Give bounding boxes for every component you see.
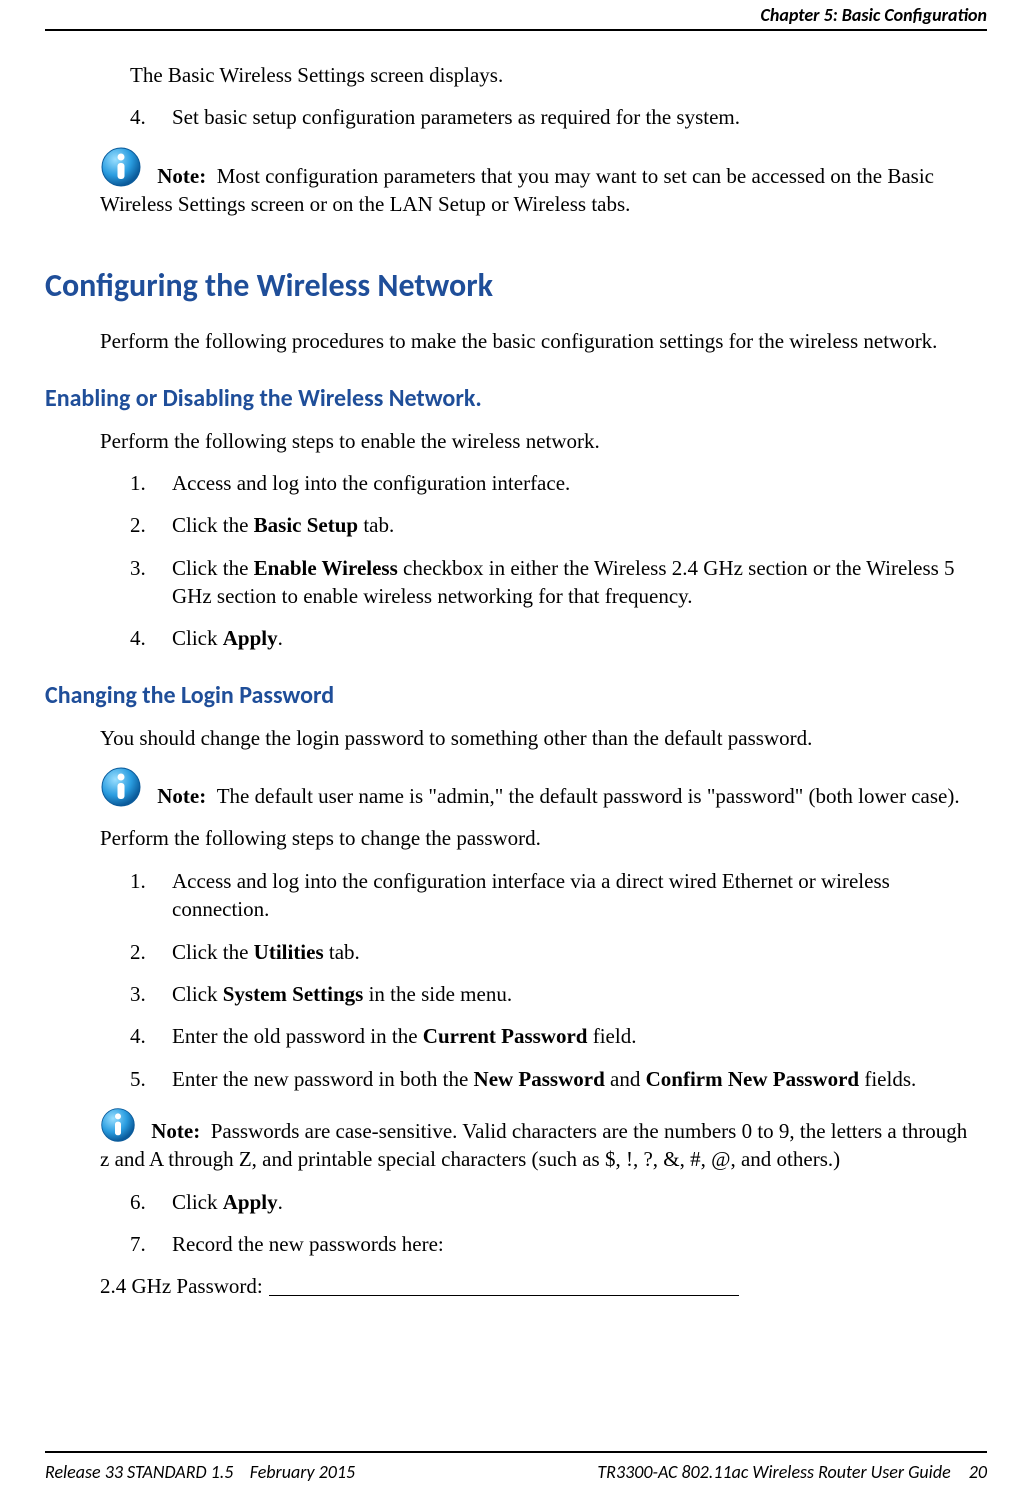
page-number: 20: [969, 1461, 987, 1483]
step-number: 3.: [130, 980, 172, 1008]
release-date: February 2015: [250, 1461, 355, 1483]
step-number: 2.: [130, 511, 172, 539]
paragraph: Perform the following steps to enable th…: [100, 427, 977, 455]
step-text: Click Apply.: [172, 1188, 977, 1216]
step-number: 4.: [130, 103, 172, 131]
step-text: Set basic setup configuration parameters…: [172, 103, 977, 131]
note-text: Most configuration parameters that you m…: [100, 164, 934, 216]
step-item: 7. Record the new passwords here:: [130, 1230, 977, 1258]
info-icon: [100, 1107, 136, 1143]
step-text: Click the Basic Setup tab.: [172, 511, 977, 539]
step-text: Click Apply.: [172, 624, 977, 652]
step-number: 4.: [130, 1022, 172, 1050]
paragraph: Perform the following procedures to make…: [100, 327, 977, 355]
step-item: 1. Access and log into the configuration…: [130, 469, 977, 497]
subsection-heading: Enabling or Disabling the Wireless Netwo…: [45, 384, 987, 413]
step-text: Record the new passwords here:: [172, 1230, 977, 1258]
subsection-heading: Changing the Login Password: [45, 681, 987, 710]
step-item: 3. Click the Enable Wireless checkbox in…: [130, 554, 977, 611]
step-number: 7.: [130, 1230, 172, 1258]
step-item: 3. Click System Settings in the side men…: [130, 980, 977, 1008]
header-sep: :: [833, 4, 838, 26]
step-item: 4. Set basic setup configuration paramet…: [130, 103, 977, 131]
password-fill-line: 2.4 GHz Password:: [100, 1272, 977, 1300]
note-label: Note:: [157, 784, 206, 808]
info-icon: [100, 146, 142, 188]
step-text: Click the Utilities tab.: [172, 938, 977, 966]
step-text: Access and log into the configuration in…: [172, 867, 977, 924]
fill-label: 2.4 GHz Password:: [100, 1272, 263, 1300]
note-label: Note:: [151, 1119, 200, 1143]
note-text: The default user name is "admin," the de…: [217, 784, 960, 808]
step-item: 2. Click the Basic Setup tab.: [130, 511, 977, 539]
paragraph: You should change the login password to …: [100, 724, 977, 752]
step-text: Click System Settings in the side menu.: [172, 980, 977, 1008]
step-number: 5.: [130, 1065, 172, 1093]
step-item: 4. Enter the old password in the Current…: [130, 1022, 977, 1050]
step-item: 1. Access and log into the configuration…: [130, 867, 977, 924]
step-item: 2. Click the Utilities tab.: [130, 938, 977, 966]
step-number: 1.: [130, 469, 172, 497]
info-icon: [100, 766, 142, 808]
page-header: Chapter 5: Basic Configuration: [45, 0, 987, 31]
footer-right: TR3300-AC 802.11ac Wireless Router User …: [597, 1461, 987, 1483]
fill-underline: [269, 1272, 739, 1296]
step-text: Access and log into the configuration in…: [172, 469, 977, 497]
step-number: 2.: [130, 938, 172, 966]
step-number: 4.: [130, 624, 172, 652]
step-number: 1.: [130, 867, 172, 924]
paragraph: Perform the following steps to change th…: [100, 824, 977, 852]
note-text: Passwords are case-sensitive. Valid char…: [100, 1119, 967, 1171]
step-number: 3.: [130, 554, 172, 611]
chapter-number: Chapter 5: [761, 4, 833, 26]
release-info: Release 33 STANDARD 1.5: [45, 1461, 233, 1483]
step-item: 6. Click Apply.: [130, 1188, 977, 1216]
step-text: Enter the old password in the Current Pa…: [172, 1022, 977, 1050]
step-number: 6.: [130, 1188, 172, 1216]
note-block: Note: Passwords are case-sensitive. Vali…: [100, 1107, 977, 1174]
step-text: Click the Enable Wireless checkbox in ei…: [172, 554, 977, 611]
chapter-title: Basic Configuration: [842, 4, 987, 26]
step-item: 4. Click Apply.: [130, 624, 977, 652]
footer-left: Release 33 STANDARD 1.5 February 2015: [45, 1461, 355, 1483]
note-label: Note:: [157, 164, 206, 188]
step-item: 5. Enter the new password in both the Ne…: [130, 1065, 977, 1093]
step-text: Enter the new password in both the New P…: [172, 1065, 977, 1093]
section-heading: Configuring the Wireless Network: [45, 266, 987, 305]
note-block: Note: The default user name is "admin," …: [100, 766, 977, 810]
note-block: Note: Most configuration parameters that…: [100, 146, 977, 219]
doc-title: TR3300-AC 802.11ac Wireless Router User …: [597, 1461, 950, 1483]
paragraph: The Basic Wireless Settings screen displ…: [130, 61, 977, 89]
page-footer: Release 33 STANDARD 1.5 February 2015 TR…: [45, 1451, 987, 1499]
page-content: The Basic Wireless Settings screen displ…: [45, 31, 987, 1451]
